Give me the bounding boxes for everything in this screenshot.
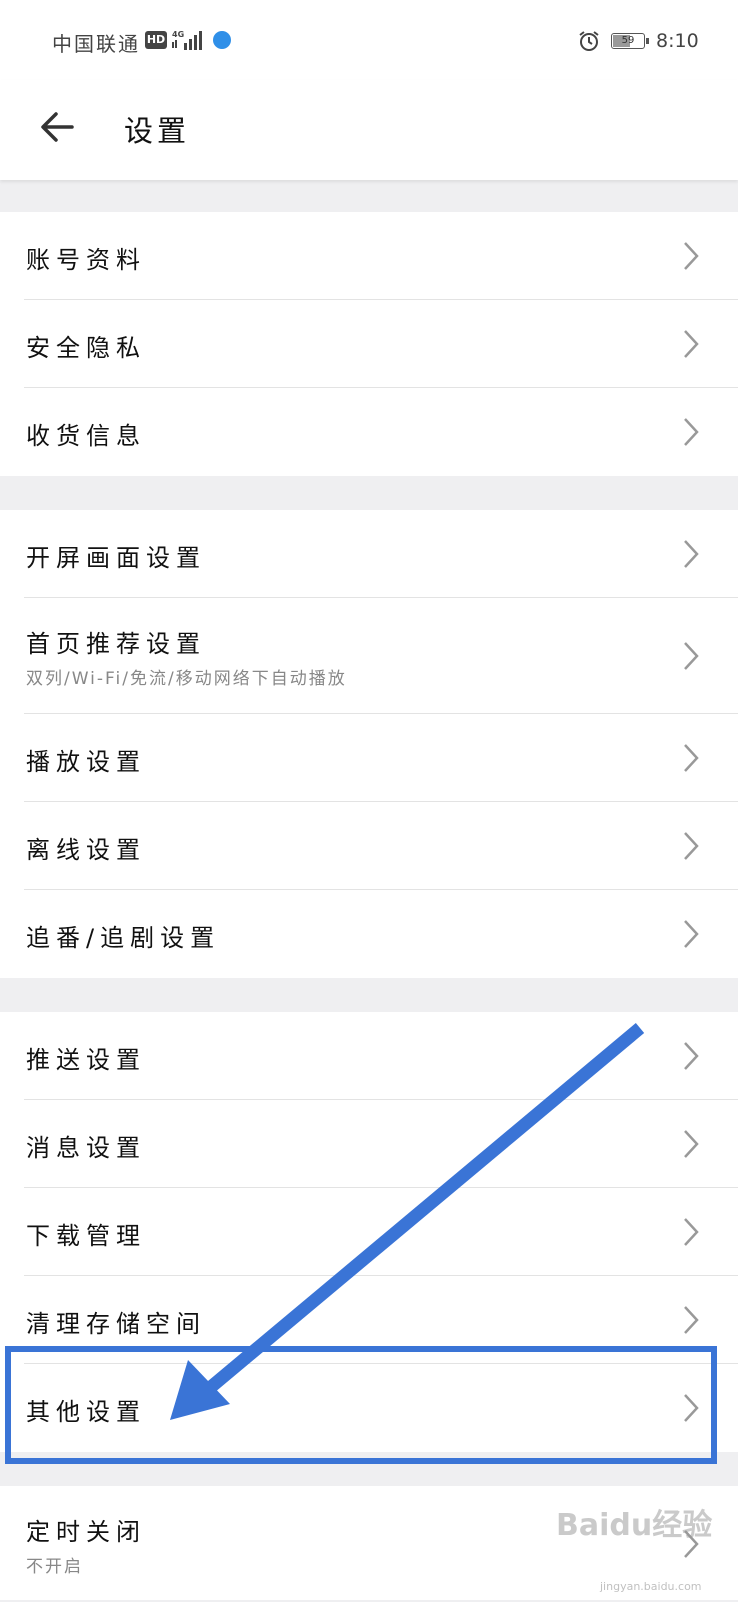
settings-item-security[interactable]: 安全隐私 [0, 300, 738, 388]
arrow-left-icon[interactable] [38, 107, 78, 147]
settings-item-offline[interactable]: 离线设置 [0, 802, 738, 890]
app-notification-icon [213, 31, 231, 49]
settings-item-downloads[interactable]: 下载管理 [0, 1188, 738, 1276]
settings-group-account: 账号资料 安全隐私 收货信息 [0, 212, 738, 476]
settings-item-push[interactable]: 推送设置 [0, 1012, 738, 1100]
settings-item-message[interactable]: 消息设置 [0, 1100, 738, 1188]
settings-item-follow[interactable]: 追番/追剧设置 [0, 890, 738, 978]
page-title: 设置 [124, 114, 191, 148]
chevron-right-icon [684, 330, 699, 358]
chevron-right-icon [684, 1042, 699, 1070]
settings-item-label: 离线设置 [26, 836, 146, 864]
settings-item-subtitle: 双列/Wi-Fi/免流/移动网络下自动播放 [26, 669, 347, 689]
settings-item-label: 推送设置 [26, 1046, 146, 1074]
battery-tip [646, 38, 649, 44]
chevron-right-icon [684, 1218, 699, 1246]
settings-item-label: 播放设置 [26, 748, 146, 776]
settings-item-label: 安全隐私 [26, 334, 146, 362]
battery-level: 59 [621, 35, 635, 46]
settings-item-account[interactable]: 账号资料 [0, 212, 738, 300]
carrier-name: 中国联通 [52, 32, 140, 56]
chevron-right-icon [684, 1130, 699, 1158]
svg-text:4G: 4G [172, 30, 184, 39]
watermark-url: jingyan.baidu.com [600, 1580, 702, 1593]
settings-item-label: 收货信息 [26, 422, 146, 450]
watermark-logo: Baidu经验 [556, 1508, 713, 1543]
settings-group-playback: 开屏画面设置 首页推荐设置 双列/Wi-Fi/免流/移动网络下自动播放 播放设置… [0, 510, 738, 978]
alarm-icon [579, 31, 599, 51]
clock: 8:10 [656, 30, 699, 52]
settings-item-label: 开屏画面设置 [26, 544, 206, 572]
chevron-right-icon [684, 920, 699, 948]
settings-item-label: 消息设置 [26, 1134, 146, 1162]
chevron-right-icon [684, 242, 699, 270]
settings-item-label: 清理存储空间 [26, 1310, 206, 1338]
chevron-right-icon [684, 1306, 699, 1334]
chevron-right-icon [684, 832, 699, 860]
settings-item-label: 下载管理 [26, 1222, 146, 1250]
signal-4g-icon: 4G [172, 30, 202, 50]
battery-icon: 59 [611, 33, 645, 49]
settings-item-label: 定时关闭 [26, 1518, 146, 1546]
hd-icon: HD [145, 31, 167, 49]
settings-item-shipping[interactable]: 收货信息 [0, 388, 738, 476]
settings-item-home-recommend[interactable]: 首页推荐设置 双列/Wi-Fi/免流/移动网络下自动播放 [0, 598, 738, 714]
settings-item-label: 首页推荐设置 [26, 630, 206, 658]
settings-item-label: 追番/追剧设置 [26, 924, 221, 952]
app-header [0, 80, 738, 180]
status-bar: 中国联通 HD 4G 59 8:10 [0, 0, 738, 80]
settings-item-subtitle: 不开启 [26, 1557, 83, 1577]
chevron-right-icon [684, 744, 699, 772]
chevron-right-icon [684, 540, 699, 568]
settings-item-splash[interactable]: 开屏画面设置 [0, 510, 738, 598]
chevron-right-icon [684, 418, 699, 446]
settings-item-label: 账号资料 [26, 246, 146, 274]
settings-item-playback[interactable]: 播放设置 [0, 714, 738, 802]
chevron-right-icon [684, 642, 699, 670]
highlight-box [5, 1346, 717, 1464]
